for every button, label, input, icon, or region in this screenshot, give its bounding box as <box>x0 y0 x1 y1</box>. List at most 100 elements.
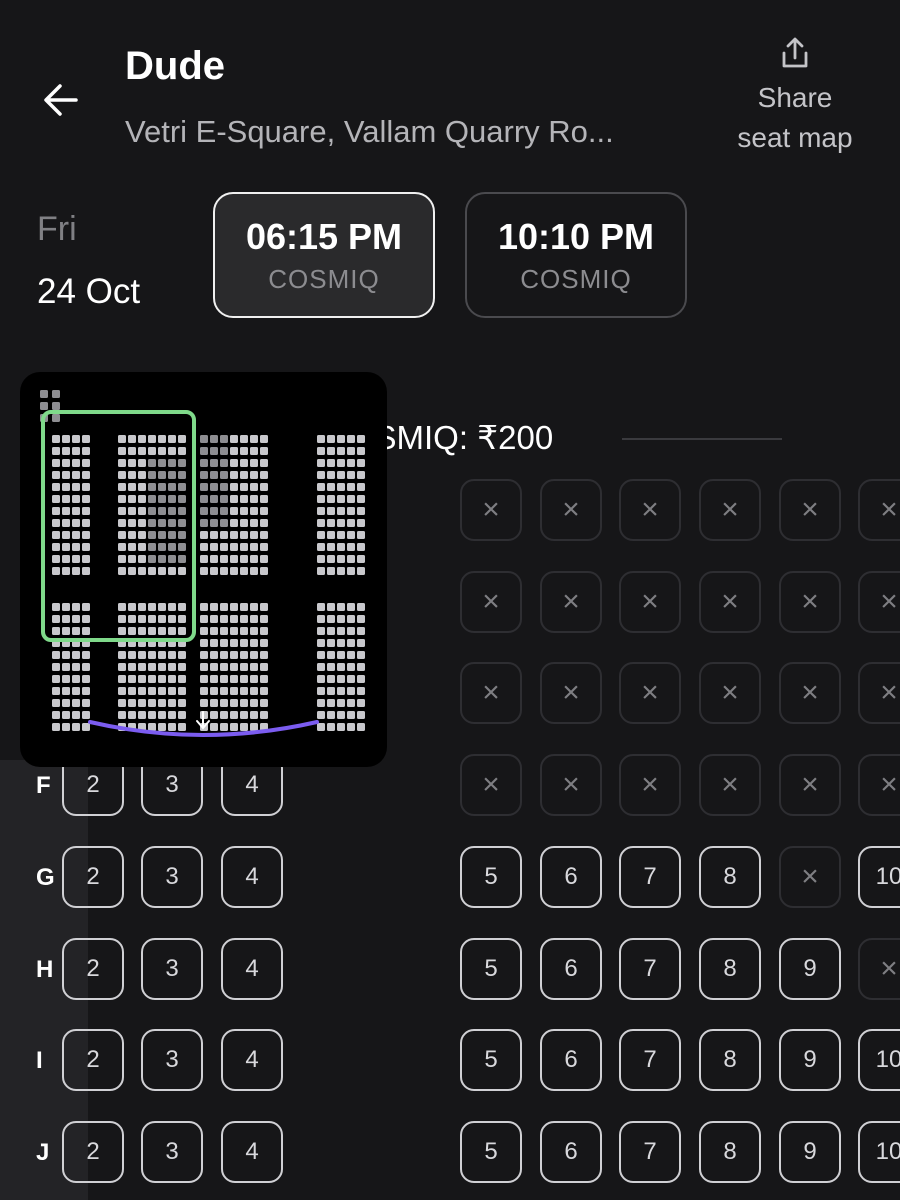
seat-available[interactable]: 6 <box>540 1029 602 1091</box>
minimap-seat <box>158 483 166 491</box>
minimap-seat <box>240 495 248 503</box>
seat-available[interactable]: 8 <box>699 938 761 1000</box>
minimap-seat <box>200 675 208 683</box>
minimap-seat <box>62 699 70 707</box>
minimap-seat <box>52 627 60 635</box>
minimap-seat <box>178 555 186 563</box>
minimap-seat <box>317 567 325 575</box>
seat-available[interactable]: 3 <box>141 938 203 1000</box>
minimap-seat <box>230 723 238 731</box>
minimap-seat <box>260 435 268 443</box>
minimap-seat <box>168 603 176 611</box>
seat-available[interactable]: 4 <box>221 1029 283 1091</box>
seat-sold: × <box>858 662 900 724</box>
minimap-seat <box>168 627 176 635</box>
seat-available[interactable]: 3 <box>141 1121 203 1183</box>
minimap-seat <box>158 531 166 539</box>
minimap-seat <box>62 471 70 479</box>
minimap-seat <box>240 555 248 563</box>
seat-available[interactable]: 9 <box>779 938 841 1000</box>
minimap-seat <box>138 567 146 575</box>
minimap-seat <box>138 663 146 671</box>
seat-sold: × <box>779 846 841 908</box>
minimap-seat <box>148 567 156 575</box>
seat-available[interactable]: 2 <box>62 846 124 908</box>
minimap-seat <box>230 495 238 503</box>
seat-available[interactable]: 4 <box>221 846 283 908</box>
seat-available[interactable]: 9 <box>779 1121 841 1183</box>
minimap-seat <box>128 675 136 683</box>
minimap-seat <box>148 447 156 455</box>
seat-available[interactable]: 7 <box>619 1029 681 1091</box>
minimap-seat <box>260 663 268 671</box>
minimap-seat <box>210 555 218 563</box>
minimap-seat <box>148 519 156 527</box>
seat-available[interactable]: 5 <box>460 938 522 1000</box>
seat-available[interactable]: 2 <box>62 938 124 1000</box>
seat-minimap[interactable] <box>20 372 387 767</box>
minimap-seat <box>337 507 345 515</box>
seat-available[interactable]: 2 <box>62 1029 124 1091</box>
minimap-seat <box>138 447 146 455</box>
minimap-seat <box>260 603 268 611</box>
seat-available[interactable]: 6 <box>540 1121 602 1183</box>
seat-available[interactable]: 7 <box>619 846 681 908</box>
minimap-seat <box>82 555 90 563</box>
minimap-seat <box>52 699 60 707</box>
minimap-seat <box>317 603 325 611</box>
minimap-seat <box>210 675 218 683</box>
minimap-seat <box>327 711 335 719</box>
seat-available[interactable]: 6 <box>540 938 602 1000</box>
seat-sold: × <box>858 479 900 541</box>
seat-available[interactable]: 10 <box>858 1121 900 1183</box>
seat-available[interactable]: 3 <box>141 1029 203 1091</box>
seat-available[interactable]: 8 <box>699 1029 761 1091</box>
minimap-seat <box>317 663 325 671</box>
minimap-seat <box>52 603 60 611</box>
minimap-seat <box>72 615 80 623</box>
seat-available[interactable]: 8 <box>699 846 761 908</box>
minimap-seat <box>210 483 218 491</box>
minimap-seat <box>62 435 70 443</box>
minimap-seat <box>118 651 126 659</box>
back-button[interactable] <box>40 78 84 122</box>
seat-sold: × <box>460 571 522 633</box>
minimap-seat <box>158 603 166 611</box>
minimap-seat <box>158 519 166 527</box>
seat-available[interactable]: 7 <box>619 1121 681 1183</box>
showtime-1010-pm[interactable]: 10:10 PM COSMIQ <box>465 192 687 318</box>
minimap-seat <box>210 603 218 611</box>
seat-available[interactable]: 10 <box>858 846 900 908</box>
seat-available[interactable]: 9 <box>779 1029 841 1091</box>
seat-available[interactable]: 4 <box>221 1121 283 1183</box>
seat-available[interactable]: 7 <box>619 938 681 1000</box>
seat-available[interactable]: 5 <box>460 1029 522 1091</box>
minimap-seat <box>168 471 176 479</box>
minimap-seat <box>220 435 228 443</box>
share-seat-map-button[interactable]: Share seat map <box>720 36 870 158</box>
minimap-seat <box>347 711 355 719</box>
minimap-seat <box>327 531 335 539</box>
minimap-seat <box>327 495 335 503</box>
seat-available[interactable]: 5 <box>460 1121 522 1183</box>
seat-available[interactable]: 8 <box>699 1121 761 1183</box>
minimap-seat <box>52 471 60 479</box>
seat-available[interactable]: 2 <box>62 1121 124 1183</box>
minimap-seat <box>260 639 268 647</box>
minimap-seat <box>230 651 238 659</box>
minimap-seat <box>178 675 186 683</box>
seat-available[interactable]: 4 <box>221 938 283 1000</box>
minimap-seat <box>240 543 248 551</box>
minimap-seat <box>337 711 345 719</box>
seat-available[interactable]: 3 <box>141 846 203 908</box>
minimap-seat <box>230 531 238 539</box>
minimap-seat <box>347 567 355 575</box>
seat-available[interactable]: 10 <box>858 1029 900 1091</box>
minimap-seat <box>317 687 325 695</box>
minimap-seat <box>240 435 248 443</box>
seat-available[interactable]: 6 <box>540 846 602 908</box>
showtime-0615-pm[interactable]: 06:15 PM COSMIQ <box>213 192 435 318</box>
seat-available[interactable]: 5 <box>460 846 522 908</box>
minimap-seat <box>337 627 345 635</box>
minimap-seat <box>337 471 345 479</box>
